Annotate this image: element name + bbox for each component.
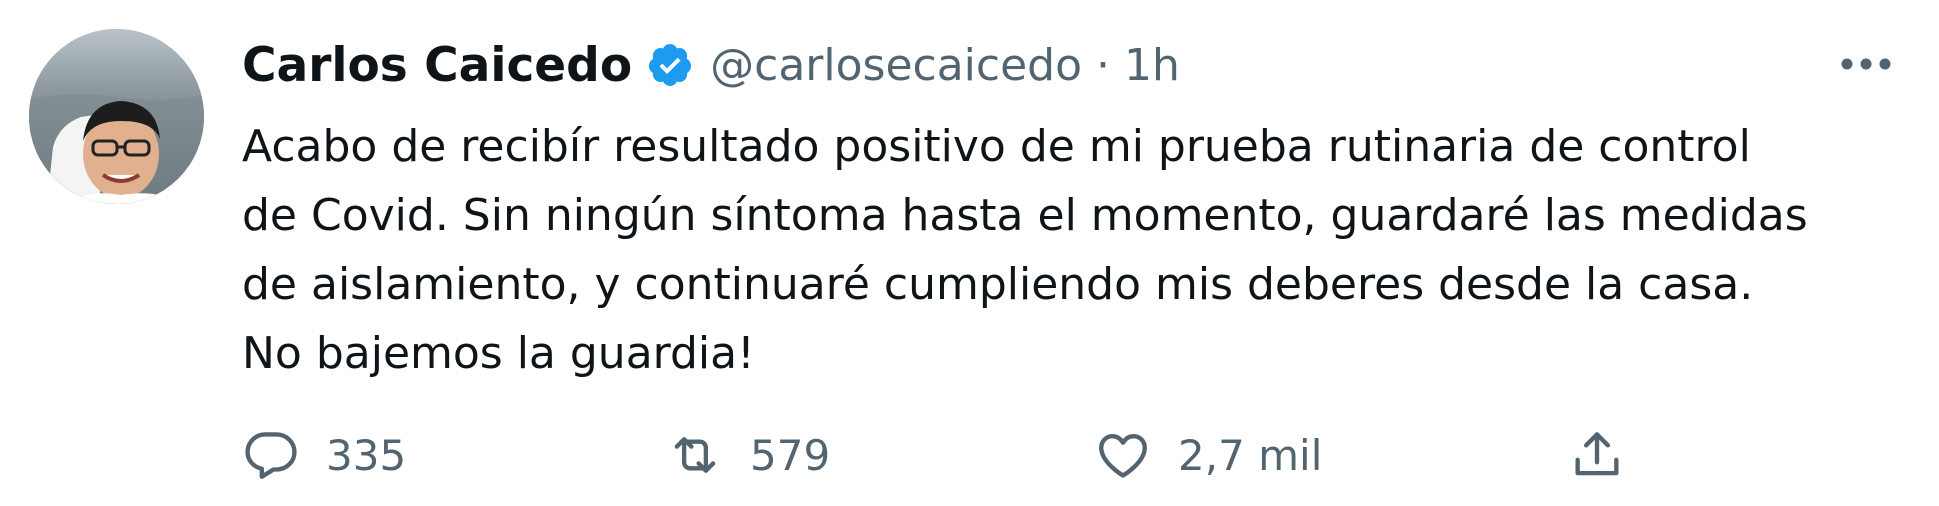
tweet-text-line: Acabo de recibír resultado positivo de m… bbox=[242, 121, 1751, 172]
tweet-timestamp[interactable]: 1h bbox=[1124, 40, 1180, 91]
meta-separator: · bbox=[1096, 39, 1110, 91]
reply-button[interactable]: 335 bbox=[242, 420, 406, 490]
reply-count: 335 bbox=[326, 430, 407, 480]
tweet-text-line: de Covid. Sin ningún síntoma hasta el mo… bbox=[242, 190, 1808, 241]
verified-badge-icon bbox=[646, 41, 694, 89]
avatar-photo bbox=[29, 29, 204, 204]
tweet-header: Carlos Caicedo @carlosecaicedo · 1h bbox=[242, 32, 1180, 98]
tweet[interactable]: Carlos Caicedo @carlosecaicedo · 1h Acab… bbox=[0, 0, 1939, 506]
retweet-count: 579 bbox=[750, 430, 831, 480]
tweet-actions: 335 579 2,7 mil bbox=[242, 420, 1682, 490]
author-name[interactable]: Carlos Caicedo bbox=[242, 38, 632, 93]
tweet-text: Acabo de recibír resultado positivo de m… bbox=[242, 112, 1902, 388]
share-icon bbox=[1568, 426, 1626, 484]
more-options-icon[interactable] bbox=[1836, 46, 1896, 82]
author-handle[interactable]: @carlosecaicedo bbox=[710, 40, 1082, 91]
tweet-text-line: de aislamiento, y continuaré cumpliendo … bbox=[242, 259, 1754, 310]
retweet-icon bbox=[666, 426, 724, 484]
like-icon bbox=[1094, 426, 1152, 484]
like-count: 2,7 mil bbox=[1178, 430, 1323, 480]
reply-icon bbox=[242, 426, 300, 484]
tweet-text-line: No bajemos la guardia! bbox=[242, 328, 755, 379]
like-button[interactable]: 2,7 mil bbox=[1094, 420, 1322, 490]
retweet-button[interactable]: 579 bbox=[666, 420, 830, 490]
share-button[interactable] bbox=[1568, 420, 1626, 490]
avatar[interactable] bbox=[29, 29, 204, 204]
